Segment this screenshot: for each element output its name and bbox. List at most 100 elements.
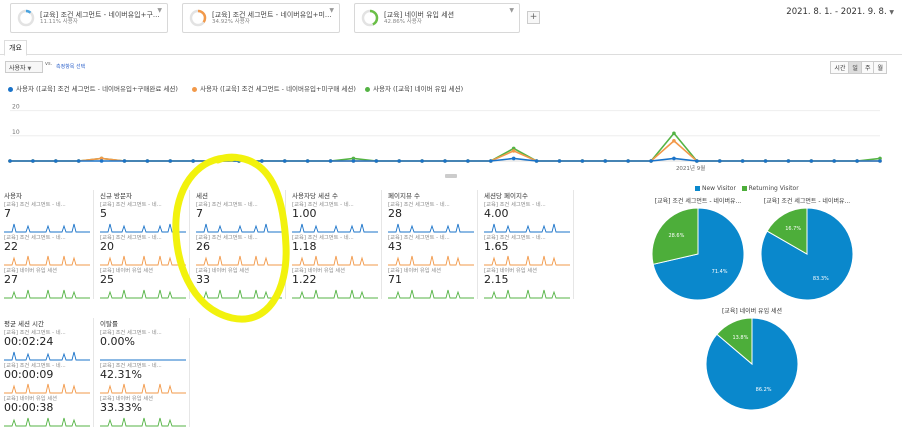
tab-overview[interactable]: 개요 xyxy=(4,40,27,56)
legend-swatch xyxy=(695,186,700,191)
sparkline-path xyxy=(100,223,186,233)
granularity-month-button[interactable]: 월 xyxy=(873,61,887,74)
metric-sparkline xyxy=(484,289,570,299)
sparkline-path xyxy=(484,223,570,233)
granularity-day-button[interactable]: 일 xyxy=(848,61,862,74)
sparkline-path xyxy=(292,223,378,233)
vs-label: vs. xyxy=(45,61,53,67)
metric-sparkline xyxy=(484,223,570,233)
data-point xyxy=(672,139,676,143)
metric-sparkline xyxy=(196,223,282,233)
sparkline-path xyxy=(4,289,90,299)
sparkline-path xyxy=(388,289,474,299)
data-point xyxy=(145,159,150,163)
metric-sparkline xyxy=(196,289,282,299)
data-point xyxy=(282,159,287,163)
add-segment-button[interactable]: + xyxy=(527,11,540,24)
metric-sparkline xyxy=(484,255,570,266)
chevron-down-icon[interactable]: ▼ xyxy=(509,7,514,14)
select-metric-link[interactable]: 측정항목 선택 xyxy=(56,63,85,70)
pie-legend-returning: Returning Visitor xyxy=(748,185,799,192)
segment-donut-icon xyxy=(361,9,379,27)
metric-card[interactable]: 세션당 페이지수 [교육] 조건 세그먼트 - 네... 4.00 [교육] 조건 세… xyxy=(484,190,574,299)
granularity-toggle: 시간 일 주 월 xyxy=(830,61,887,74)
metric-segment-label: [교육] 조건 세그먼트 - 네... xyxy=(100,202,162,207)
segment-card-1[interactable]: [교육] 조건 세그먼트 - 네이버유입+구... 11.11% 사용자 ▼ xyxy=(10,3,168,33)
metric-value: 42.31% xyxy=(100,368,142,381)
pie-chart-3[interactable]: 13.8% 86.2% xyxy=(704,316,800,412)
metric-title: 세션당 페이지수 xyxy=(484,192,528,200)
metric-sparkline xyxy=(100,223,186,233)
donut-track xyxy=(17,9,35,27)
pie-title-2: [교육] 조건 세그먼트 - 네이버유... xyxy=(763,198,851,205)
pie-chart-2[interactable]: 16.7% 83.3% xyxy=(759,206,855,302)
metric-value: 2.15 xyxy=(484,273,509,286)
metric-card[interactable]: 평균 세션 시간 [교육] 조건 세그먼트 - 네... 00:02:24 [교육] … xyxy=(4,318,94,427)
data-point xyxy=(717,159,722,163)
metric-card[interactable]: 페이지뷰 수 [교육] 조건 세그먼트 - 네... 28 [교육] 조건 세그먼트 … xyxy=(388,190,478,299)
metric-segment-label: [교육] 조건 세그먼트 - 네... xyxy=(100,363,162,368)
segment-card-2[interactable]: [교육] 조건 세그먼트 - 네이버유입+미... 34.92% 사용자 ▼ xyxy=(182,3,340,33)
series-line-3 xyxy=(10,132,881,162)
metric-title: 신규 방문자 xyxy=(100,192,132,200)
metric-card[interactable]: 세션 [교육] 조건 세그먼트 - 네... 7 [교육] 조건 세그먼트 - 네..… xyxy=(196,190,286,299)
data-point xyxy=(305,159,310,163)
sparkline-path xyxy=(196,289,282,299)
metric-card[interactable]: 사용자 [교육] 조건 세그먼트 - 네... 7 [교육] 조건 세그먼트 - 네.… xyxy=(4,190,94,299)
sparkline-path xyxy=(4,351,90,361)
metric-segment-label: [교육] 조건 세그먼트 - 네... xyxy=(4,330,66,335)
metric-sparkline xyxy=(292,255,378,266)
metric-select-value: 사용자 xyxy=(9,65,26,72)
metric-sparkline xyxy=(388,223,474,233)
chevron-down-icon[interactable]: ▼ xyxy=(329,7,334,14)
chevron-down-icon[interactable]: ▼ xyxy=(157,7,162,14)
data-point xyxy=(511,149,516,153)
data-point xyxy=(763,159,768,163)
metric-value: 0.00% xyxy=(100,335,135,348)
tab-row: 개요 xyxy=(0,39,902,56)
chevron-down-icon: ▼ xyxy=(27,66,32,72)
sparkline-path xyxy=(484,255,570,266)
data-point xyxy=(237,159,241,163)
metric-segment-label: [교육] 네이버 유입 세션 xyxy=(292,268,346,273)
metric-segment-label: [교육] 네이버 유입 세션 xyxy=(4,268,58,273)
chart-controls: 사용자 ▼ vs. 측정항목 선택 시간 일 주 월 xyxy=(0,58,902,76)
granularity-week-button[interactable]: 주 xyxy=(860,61,875,74)
data-point xyxy=(878,159,882,163)
metric-card[interactable]: 사용자당 세션 수 [교육] 조건 세그먼트 - 네... 1.00 [교육] 조건 … xyxy=(292,190,382,299)
metric-value: 1.22 xyxy=(292,273,317,286)
data-point xyxy=(8,159,12,163)
segment-name: [교육] 조건 세그먼트 - 네이버유입+구... xyxy=(40,10,160,19)
sparkline-path xyxy=(4,383,90,394)
metric-select[interactable]: 사용자 ▼ xyxy=(5,61,43,73)
metric-segment-label: [교육] 조건 세그먼트 - 네... xyxy=(484,235,546,240)
metric-sparkline xyxy=(100,255,186,266)
metric-sparkline xyxy=(4,289,90,299)
granularity-hour-button[interactable]: 시간 xyxy=(830,61,850,74)
metric-sparkline xyxy=(100,289,186,299)
metric-value: 1.65 xyxy=(484,240,509,253)
data-point xyxy=(832,159,837,163)
date-range-label: 2021. 8. 1. - 2021. 9. 8. xyxy=(786,7,887,17)
metric-sparkline xyxy=(100,359,186,361)
data-point xyxy=(260,159,264,163)
data-point xyxy=(809,159,814,163)
data-point xyxy=(397,159,402,163)
metric-card[interactable]: 이탈률 [교육] 조건 세그먼트 - 네... 0.00% [교육] 조건 세그먼트 … xyxy=(100,318,190,427)
metric-sparkline xyxy=(4,255,90,266)
chart-resize-handle[interactable] xyxy=(445,174,457,178)
sparkline-path xyxy=(100,383,186,394)
metric-value: 7 xyxy=(196,207,203,220)
metric-sparkline xyxy=(4,383,90,394)
date-range-picker[interactable]: 2021. 8. 1. - 2021. 9. 8. ▼ xyxy=(786,7,894,17)
segment-card-3[interactable]: [교육] 네이버 유입 세션 42.86% 사용자 ▼ xyxy=(354,3,520,33)
segment-bar: [교육] 조건 세그먼트 - 네이버유입+구... 11.11% 사용자 ▼ [… xyxy=(0,0,902,40)
metric-segment-label: [교육] 조건 세그먼트 - 네... xyxy=(292,202,354,207)
metric-segment-label: [교육] 조건 세그먼트 - 네... xyxy=(4,235,66,240)
data-point xyxy=(695,159,699,163)
metric-segment-label: [교육] 네이버 유입 세션 xyxy=(196,268,250,273)
line-chart[interactable]: 20 10 2021년 9월 xyxy=(0,90,902,174)
metric-segment-label: [교육] 조건 세그먼트 - 네... xyxy=(196,235,258,240)
metric-card[interactable]: 신규 방문자 [교육] 조건 세그먼트 - 네... 5 [교육] 조건 세그먼트 -… xyxy=(100,190,190,299)
pie-chart-1[interactable]: 28.6% 71.4% xyxy=(650,206,746,302)
